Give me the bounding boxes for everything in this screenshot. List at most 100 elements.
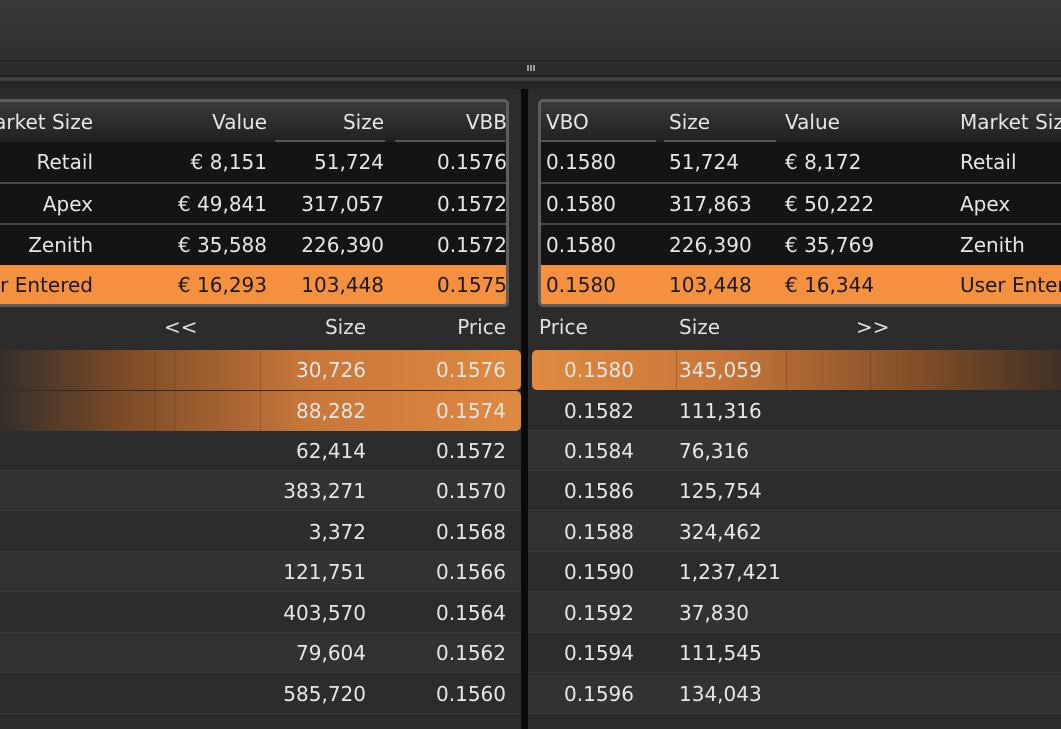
ask-depth-row[interactable]: 0.1594 111,545 [528,633,1061,673]
ask-depth-header-size[interactable]: Size [679,307,759,347]
ask-vb-header-market-size[interactable]: Market Siz [960,102,1061,142]
bid-depth-size: 3,372 [308,520,366,544]
ask-vb-market-size: Zenith [960,233,1025,257]
ask-depth-size: 111,545 [679,641,762,665]
bid-depth-price: 0.1574 [436,399,506,423]
bid-panel: arket Size Value Size VBB Retail € 8,151… [0,89,521,729]
ask-vb-value: € 16,344 [785,273,875,297]
ask-vb-market-size: Retail [960,150,1017,174]
bid-depth-size: 88,282 [296,399,366,423]
bid-vb-row[interactable]: Retail € 8,151 51,724 0.1576 [0,142,506,182]
bid-vb-header-vbb[interactable]: VBB [405,102,506,142]
bid-vb-market-size: Retail [36,150,93,174]
bid-depth-price: 0.1564 [436,601,506,625]
bid-depth-row[interactable]: 3,372 0.1568 [0,512,521,552]
bid-vb-market-size: Zenith [28,233,93,257]
ask-vb-header-size[interactable]: Size [669,102,769,142]
bid-vb-market-size: Apex [42,192,93,216]
ask-vb-header-vbo[interactable]: VBO [546,102,646,142]
bid-depth-row[interactable]: 79,604 0.1562 [0,633,521,673]
ask-depth-header-price[interactable]: Price [539,307,619,347]
ask-depth-price: 0.1582 [564,399,634,423]
ask-depth-size: 76,316 [679,439,749,463]
bid-vb-size: 51,724 [314,150,384,174]
bid-depth-row[interactable]: 88,282 0.1574 [0,391,521,431]
ask-depth-row[interactable]: 0.1582 111,316 [528,391,1061,431]
bid-vb-size: 226,390 [301,233,384,257]
scroll-right-button[interactable]: >> [856,307,896,347]
ask-depth-row[interactable]: 0.1590 1,237,421 [528,552,1061,592]
ask-vb-header-value[interactable]: Value [785,102,925,142]
ask-vb-row[interactable]: 0.1580 317,863 € 50,222 Apex [541,182,1061,222]
bid-depth-header-size[interactable]: Size [278,307,366,347]
bid-vb-vbb: 0.1572 [437,192,507,216]
ask-vb-value: € 50,222 [785,192,875,216]
ask-depth-size: 345,059 [679,358,762,382]
ask-depth-header: Price Size >> [528,307,1061,347]
bid-vb-header-size[interactable]: Size [285,102,384,142]
bid-depth-size: 403,570 [283,601,366,625]
bid-depth-size: 30,726 [296,358,366,382]
ask-vb-vbo: 0.1580 [546,192,616,216]
ask-depth-row[interactable]: 0.1588 324,462 [528,512,1061,552]
top-toolbar-area [0,0,1061,61]
bid-depth-row[interactable]: 383,271 0.1570 [0,471,521,511]
ask-depth-row[interactable]: 0.1586 125,754 [528,471,1061,511]
bid-depth-size: 121,751 [283,560,366,584]
ask-depth-row[interactable]: 0.1592 37,830 [528,593,1061,633]
ask-depth-row[interactable]: 0.1580 345,059 [532,350,1061,390]
splitter-band [0,75,1061,83]
ask-depth-price: 0.1580 [564,358,634,382]
bid-depth-header-price[interactable]: Price [408,307,506,347]
ask-vb-header-row: VBO Size Value Market Siz [541,102,1061,142]
scroll-left-button[interactable]: << [164,307,204,347]
bid-vb-row-user-entered[interactable]: r Entered € 16,293 103,448 0.1575 [0,265,507,304]
ask-vb-row[interactable]: 0.1580 51,724 € 8,172 Retail [541,142,1061,182]
bid-vb-value: € 8,151 [190,150,267,174]
bid-vb-header-value[interactable]: Value [145,102,267,142]
bid-depth-size: 79,604 [296,641,366,665]
bid-depth-header: << Size Price [0,307,521,347]
bid-vb-value: € 35,588 [177,233,267,257]
ask-vb-table: VBO Size Value Market Siz 0.1580 51,724 … [538,99,1061,307]
bid-vb-table: arket Size Value Size VBB Retail € 8,151… [0,99,509,307]
ask-depth-size: 125,754 [679,479,762,503]
bid-depth-price: 0.1568 [436,520,506,544]
bid-vb-header-market-size[interactable]: arket Size [0,102,93,142]
ask-depth-price: 0.1596 [564,682,634,706]
ask-depth-size: 111,316 [679,399,762,423]
ask-depth-size: 134,043 [679,682,762,706]
bid-depth-row[interactable]: 403,570 0.1564 [0,593,521,633]
ask-vb-value: € 35,769 [785,233,875,257]
bid-depth-size: 383,271 [283,479,366,503]
ask-vb-row[interactable]: 0.1580 226,390 € 35,769 Zenith [541,223,1061,263]
bid-vb-row[interactable]: Zenith € 35,588 226,390 0.1572 [0,223,506,263]
ask-vb-size: 317,863 [669,192,752,216]
ask-depth-price: 0.1586 [564,479,634,503]
bid-vb-value: € 49,841 [177,192,267,216]
ask-depth-price: 0.1584 [564,439,634,463]
bid-vb-vbb: 0.1575 [437,273,507,297]
bid-vb-vbb: 0.1572 [437,233,507,257]
panel-divider [521,89,528,729]
ask-depth-row[interactable]: 0.1584 76,316 [528,431,1061,471]
bid-depth-size: 585,720 [283,682,366,706]
bid-vb-value: € 16,293 [177,273,267,297]
bid-depth-row[interactable]: 585,720 0.1560 [0,674,521,714]
ask-vb-size: 51,724 [669,150,739,174]
bid-vb-header-row: arket Size Value Size VBB [0,102,506,142]
ask-depth-row[interactable]: 0.1596 134,043 [528,674,1061,714]
bid-vb-row[interactable]: Apex € 49,841 317,057 0.1572 [0,182,506,222]
ask-depth-price: 0.1594 [564,641,634,665]
bid-vb-market-size: r Entered [0,273,93,297]
ask-vb-row-user-entered[interactable]: 0.1580 103,448 € 16,344 User Enter [541,265,1061,304]
bid-vb-size: 103,448 [301,273,384,297]
bid-depth-row[interactable]: 30,726 0.1576 [0,350,521,390]
bid-depth-row[interactable]: 62,414 0.1572 [0,431,521,471]
bid-depth-row[interactable]: 121,751 0.1566 [0,552,521,592]
bid-depth-price: 0.1576 [436,358,506,382]
ask-vb-market-size: Apex [960,192,1011,216]
ask-depth-price: 0.1590 [564,560,634,584]
grip-icon[interactable] [527,65,535,71]
panel-splitter[interactable] [0,61,1061,75]
